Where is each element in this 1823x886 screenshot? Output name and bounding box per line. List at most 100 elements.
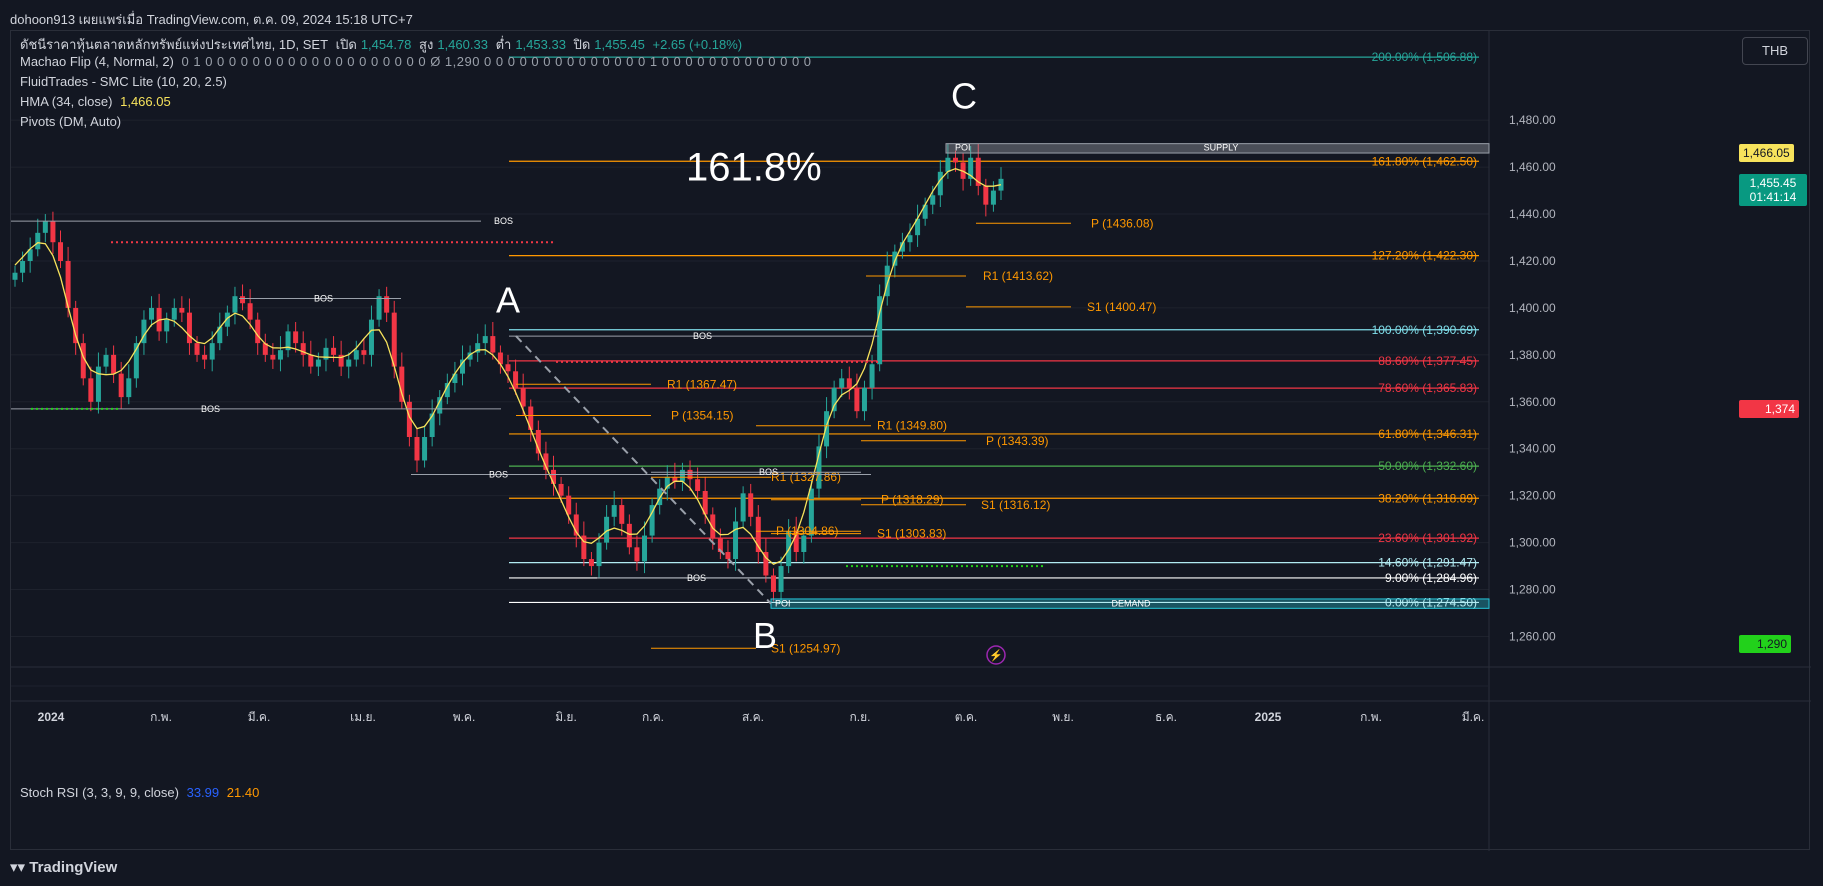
candle-body (907, 235, 913, 243)
candle-body (725, 552, 731, 560)
chart-area[interactable]: 1,480.00 1,460.00 1,440.00 1,420.00 1,400.00… (10, 30, 1811, 851)
legend-symbol: ดัชนีราคาหุ้นตลาดหลักทรัพย์แห่งประเทศไทย… (20, 37, 329, 52)
candle-body (642, 535, 648, 562)
candle-body (42, 221, 48, 233)
x-tick-label: ก.พ. (150, 710, 172, 724)
y-tick-label: 1,340.00 (1509, 442, 1556, 456)
candle-body (346, 359, 352, 367)
legend-close-label: ปิด (573, 37, 591, 52)
bos-label: BOS (489, 470, 508, 480)
x-tick-label: ก.ค. (642, 710, 664, 724)
candle-body (315, 359, 321, 367)
bos-label: BOS (687, 573, 706, 583)
lightning-glyph: ⚡ (989, 649, 1003, 662)
candle-body (588, 559, 594, 567)
candle-body (861, 387, 867, 412)
legend-stoch-d: 21.40 (226, 785, 260, 800)
candle-body (126, 378, 132, 398)
x-tick-label: 2024 (38, 710, 65, 724)
candle-body (839, 378, 845, 388)
pivot-label: P (1304.86) (776, 524, 839, 538)
candle-body (103, 354, 109, 367)
x-tick-label: ต.ค. (955, 710, 978, 724)
legend-close: 1,455.45 (594, 37, 645, 52)
candle-body (983, 185, 989, 205)
last-price-tag: 1,455.45 01:41:14 (1739, 174, 1807, 206)
x-tick-label: พ.ย. (1052, 710, 1074, 724)
pivot-label: S1 (1400.47) (1087, 300, 1156, 314)
y-tick-label: 1,320.00 (1509, 489, 1556, 503)
candle-body (634, 547, 640, 562)
big-fib-text: 161.8% (686, 145, 822, 189)
candle-body (513, 371, 519, 388)
currency-button[interactable]: THB (1742, 37, 1808, 65)
publisher-title: dohoon913 เผยแพร่เมื่อ TradingView.com, … (10, 12, 413, 27)
wave-label-a: A (496, 280, 520, 321)
bos-label: BOS (494, 216, 513, 226)
pivot-label: S1 (1303.83) (877, 527, 946, 541)
fib-label: 23.60% (1,301.92) (1378, 531, 1477, 545)
pivot-label: P (1354.15) (671, 409, 734, 423)
legend-change: +2.65 (+0.18%) (652, 37, 743, 52)
candle-body (770, 575, 776, 592)
legend-fluid: FluidTrades - SMC Lite (10, 20, 2.5) (20, 74, 227, 89)
candle-body (824, 411, 830, 447)
legend-pivots-row[interactable]: Pivots (DM, Auto) (20, 114, 125, 129)
bos-label: BOS (201, 404, 220, 414)
pivot-label: R1 (1349.80) (877, 419, 947, 433)
legend-hma-row[interactable]: HMA (34, close) 1,466.05 (20, 94, 175, 109)
demand-label: DEMAND (1111, 599, 1151, 609)
x-tick-label: เม.ย. (350, 710, 376, 724)
bos-label: BOS (759, 467, 778, 477)
y-tick-label: 1,420.00 (1509, 254, 1556, 268)
candle-body (869, 364, 875, 388)
legend-fluid-row[interactable]: FluidTrades - SMC Lite (10, 20, 2.5) (20, 74, 231, 89)
candle-body (422, 437, 428, 461)
candle-body (846, 378, 852, 388)
y-tick-label: 1,380.00 (1509, 348, 1556, 362)
candle-body (695, 479, 701, 491)
red-price-tag: 1,374 (1739, 400, 1799, 418)
legend-symbol-row[interactable]: ดัชนีราคาหุ้นตลาดหลักทรัพย์แห่งประเทศไทย… (20, 34, 746, 55)
countdown: 01:41:14 (1749, 190, 1797, 204)
candle-body (748, 493, 754, 517)
fib-label: 61.80% (1,346.31) (1378, 427, 1477, 441)
candle-body (209, 343, 215, 360)
pivot-label: R1 (1413.62) (983, 269, 1053, 283)
candle-body (240, 296, 246, 304)
bos-label: BOS (693, 331, 712, 341)
fib-label: 127.20% (1,422.30) (1372, 249, 1477, 263)
candle-body (88, 378, 94, 402)
candle-body (611, 505, 617, 517)
chart-svg[interactable]: 1,480.00 1,460.00 1,440.00 1,420.00 1,400.00… (11, 31, 1811, 851)
candle-body (626, 523, 632, 548)
candle-body (361, 350, 367, 355)
y-tick-label: 1,360.00 (1509, 395, 1556, 409)
candle-body (952, 157, 958, 163)
candle-body (12, 272, 18, 280)
legend-stoch-row[interactable]: Stoch RSI (3, 3, 9, 9, close) 33.99 21.4… (20, 785, 263, 800)
candle-body (558, 483, 564, 496)
candle-body (202, 354, 208, 360)
legend-machao-row[interactable]: Machao Flip (4, Normal, 2) 0 1 0 0 0 0 0… (20, 54, 816, 69)
y-tick-label: 1,400.00 (1509, 301, 1556, 315)
pivot-label: P (1343.39) (986, 434, 1049, 448)
candle-body (854, 387, 860, 412)
y-tick-label: 1,260.00 (1509, 629, 1556, 643)
wave-label-b: B (753, 615, 777, 656)
candle-body (277, 350, 283, 360)
tv-icon: ▾▾ (10, 859, 30, 876)
candle-body (270, 354, 276, 360)
candle-body (111, 354, 117, 374)
legend-open-label: เปิด (335, 37, 357, 52)
pivot-label: R1 (1367.47) (667, 377, 737, 391)
poi-label-bottom: POI (775, 599, 791, 609)
candle-body (186, 312, 192, 344)
legend-stoch-k: 33.99 (186, 785, 220, 800)
candle-body (990, 190, 996, 205)
fib-label: 9.00% (1,284.96) (1385, 571, 1477, 585)
fib-label: 100.00% (1,390.69) (1372, 323, 1477, 337)
candle-body (733, 521, 739, 560)
fib-label: 38.20% (1,318.89) (1378, 491, 1477, 505)
pivot-label: S1 (1316.12) (981, 498, 1050, 512)
